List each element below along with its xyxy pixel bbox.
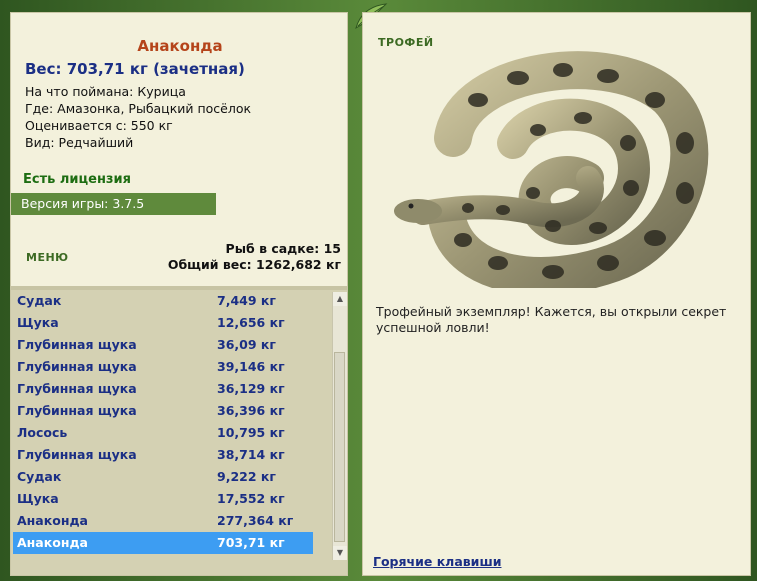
- scroll-thumb[interactable]: [334, 352, 345, 542]
- fish-name: Глубинная щука: [17, 337, 137, 352]
- fish-stats: Рыб в садке: 15 Общий вес: 1262,682 кг: [168, 241, 341, 273]
- catch-value: Оценивается с: 550 кг: [25, 118, 173, 133]
- fish-name: Щука: [17, 491, 59, 506]
- trophy-text: Трофейный экземпляр! Кажется, вы открыли…: [376, 304, 727, 335]
- fish-count: Рыб в садке: 15: [225, 241, 341, 256]
- fish-row[interactable]: Анаконда 703,71 кг: [13, 532, 313, 554]
- fish-row[interactable]: Глубинная щука 36,09 кг: [13, 334, 313, 356]
- fish-name: Глубинная щука: [17, 359, 137, 374]
- fish-name: Глубинная щука: [17, 403, 137, 418]
- fish-weight: 9,222 кг: [217, 469, 276, 484]
- fish-weight: 17,552 кг: [217, 491, 285, 506]
- fish-weight: 703,71 кг: [217, 535, 285, 550]
- anaconda-image: [394, 51, 709, 288]
- fish-row[interactable]: Щука 12,656 кг: [13, 312, 313, 334]
- scroll-up-icon[interactable]: ▲: [333, 292, 347, 306]
- fish-weight: 39,146 кг: [217, 359, 285, 374]
- catch-title: Анаконда: [137, 37, 223, 55]
- fish-weight: 38,714 кг: [217, 447, 285, 462]
- catch-location: Где: Амазонка, Рыбацкий посёлок: [25, 101, 252, 116]
- fish-name: Анаконда: [17, 513, 88, 528]
- fish-weight: 36,129 кг: [217, 381, 285, 396]
- fish-name: Щука: [17, 315, 59, 330]
- fish-list: Судак 7,449 кг Щука 12,656 кг Глубинная щука…: [13, 290, 313, 554]
- scrollbar[interactable]: ▲ ▼: [332, 292, 347, 560]
- fish-name: Глубинная щука: [17, 381, 137, 396]
- total-weight: Общий вес: 1262,682 кг: [167, 257, 341, 272]
- fish-row[interactable]: Судак 7,449 кг: [13, 290, 313, 312]
- fish-name: Судак: [17, 293, 62, 308]
- hotkeys-link[interactable]: Горячие клавиши: [373, 554, 501, 569]
- fish-weight: 36,396 кг: [217, 403, 285, 418]
- fish-weight: 12,656 кг: [217, 315, 285, 330]
- version-bar: Версия игры: 3.7.5: [11, 193, 216, 215]
- trophy-panel: ТРОФЕЙ Трофейный экземпляр! Кажется, вы …: [362, 12, 751, 576]
- fish-name: Лосось: [17, 425, 68, 440]
- catch-info: На что поймана: Курица Где: Амазонка, Ры…: [25, 83, 251, 151]
- fish-row[interactable]: Судак 9,222 кг: [13, 466, 313, 488]
- catch-weight: Вес: 703,71 кг (зачетная): [25, 60, 245, 78]
- fish-row[interactable]: Лосось 10,795 кг: [13, 422, 313, 444]
- fish-weight: 36,09 кг: [217, 337, 276, 352]
- license-status: Есть лицензия: [23, 172, 131, 187]
- fish-row[interactable]: Глубинная щука 36,396 кг: [13, 400, 313, 422]
- fish-row[interactable]: Анаконда 277,364 кг: [13, 510, 313, 532]
- fish-name: Судак: [17, 469, 62, 484]
- fish-weight: 7,449 кг: [217, 293, 276, 308]
- fish-row[interactable]: Глубинная щука 38,714 кг: [13, 444, 313, 466]
- fish-weight: 277,364 кг: [217, 513, 294, 528]
- fish-list-box: Судак 7,449 кг Щука 12,656 кг Глубинная щука…: [11, 290, 347, 575]
- catch-rarity: Вид: Редчайший: [25, 135, 134, 150]
- fish-name: Анаконда: [17, 535, 88, 550]
- menu-button[interactable]: МЕНЮ: [26, 251, 69, 264]
- catch-panel: Анаконда Вес: 703,71 кг (зачетная) На чт…: [10, 12, 348, 576]
- scroll-down-icon[interactable]: ▼: [333, 546, 347, 560]
- fish-row[interactable]: Глубинная щука 39,146 кг: [13, 356, 313, 378]
- fish-weight: 10,795 кг: [217, 425, 285, 440]
- fish-row[interactable]: Глубинная щука 36,129 кг: [13, 378, 313, 400]
- catch-bait: На что поймана: Курица: [25, 84, 186, 99]
- fish-row[interactable]: Щука 17,552 кг: [13, 488, 313, 510]
- fish-name: Глубинная щука: [17, 447, 137, 462]
